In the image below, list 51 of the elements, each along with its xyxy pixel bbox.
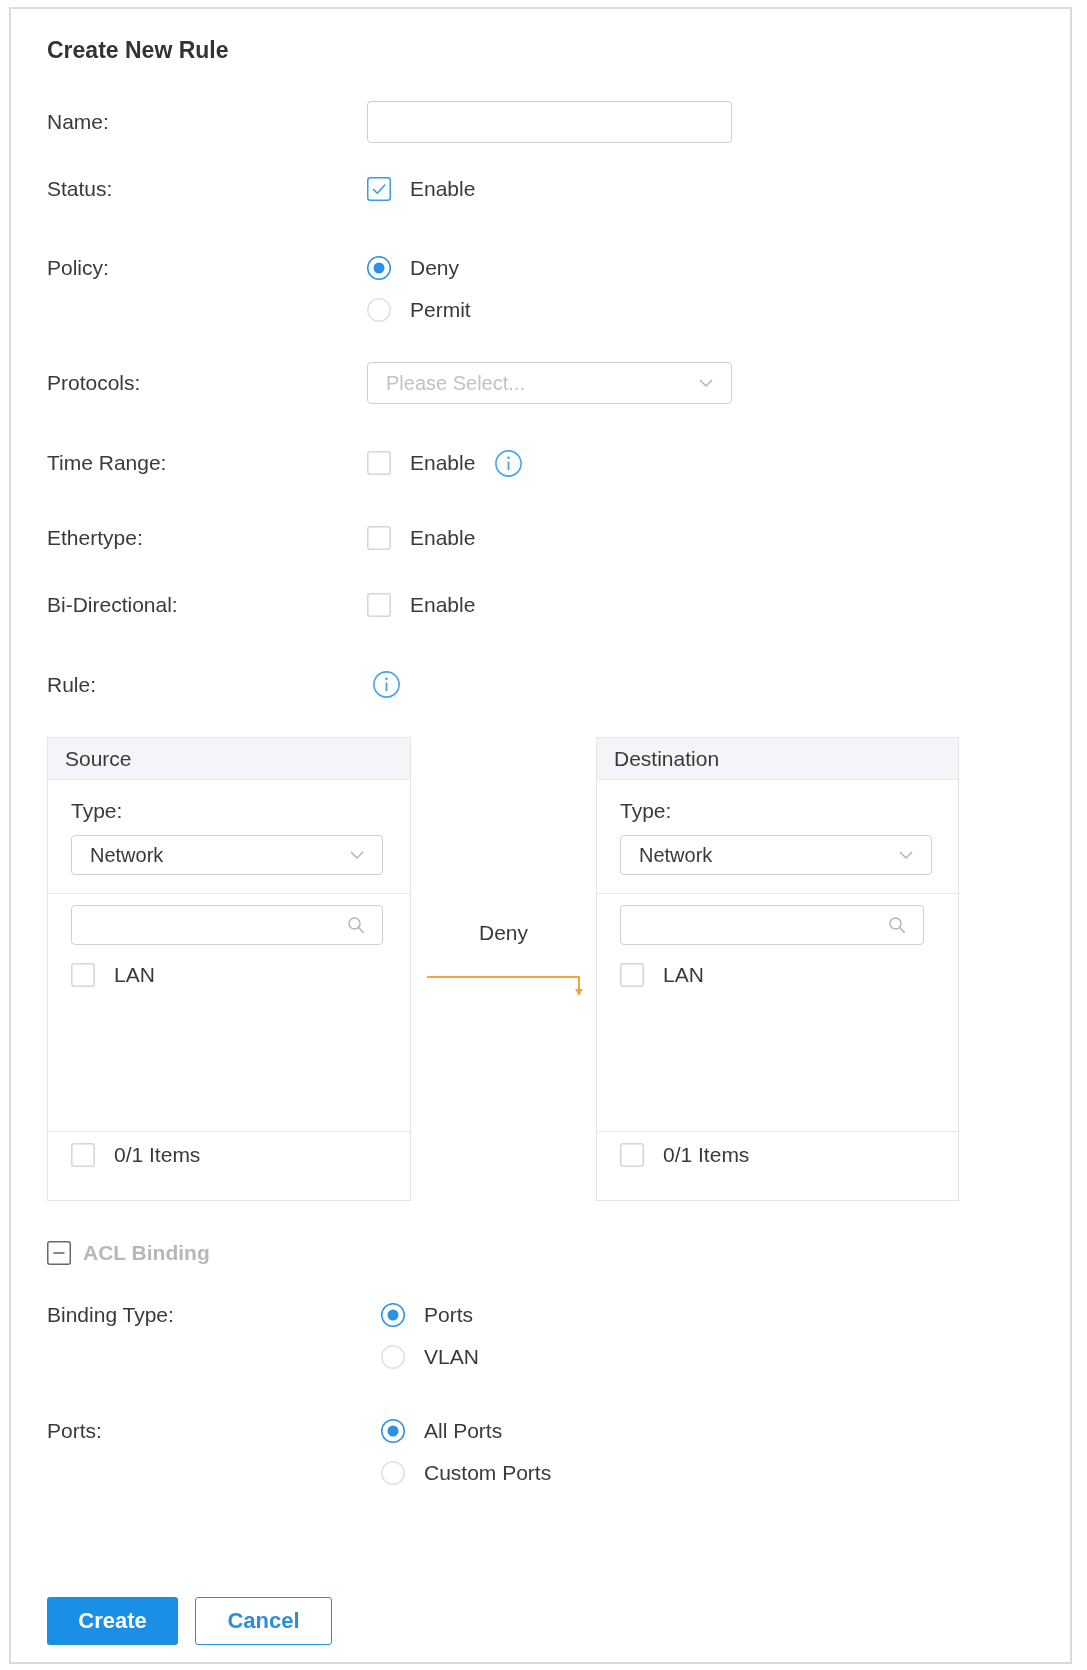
arrow-label: Deny bbox=[479, 920, 528, 946]
dropdown[interactable]: Network bbox=[620, 835, 932, 875]
dropdown[interactable]: Network bbox=[71, 835, 383, 875]
checkbox-label: Enable bbox=[410, 592, 476, 618]
field-label: Policy: bbox=[47, 255, 109, 281]
field-label: Binding Type: bbox=[47, 1302, 174, 1328]
field-label: Type: bbox=[620, 798, 672, 824]
field-label: Rule: bbox=[47, 672, 97, 698]
dropdown[interactable]: Please Select... bbox=[367, 362, 732, 404]
radio-label: Custom Ports bbox=[424, 1460, 552, 1486]
search-field[interactable] bbox=[620, 905, 924, 945]
checkbox-label: Enable bbox=[410, 176, 476, 202]
radio-label: Ports bbox=[424, 1302, 473, 1328]
panel-header: Destination bbox=[597, 738, 958, 780]
radio-label: VLAN bbox=[424, 1344, 479, 1370]
radio-label: Permit bbox=[410, 297, 471, 323]
field-label: Time Range: bbox=[47, 450, 167, 476]
field-label: Bi-Directional: bbox=[47, 592, 178, 618]
field-label: Protocols: bbox=[47, 370, 141, 396]
item-count: 0/1 Items bbox=[114, 1142, 201, 1168]
cancel-button[interactable]: Cancel bbox=[195, 1597, 332, 1645]
field-label: Ports: bbox=[47, 1418, 102, 1444]
radio-label: All Ports bbox=[424, 1418, 503, 1444]
radio-button[interactable] bbox=[381, 1419, 405, 1443]
chevron-down-icon bbox=[899, 851, 913, 859]
field-label: Type: bbox=[71, 798, 123, 824]
panel-header: Source bbox=[48, 738, 410, 780]
field-label: Ethertype: bbox=[47, 525, 143, 551]
radio-button[interactable] bbox=[367, 256, 391, 280]
create-button[interactable]: Create bbox=[47, 1597, 178, 1645]
checkbox[interactable] bbox=[367, 177, 391, 201]
item-count: 0/1 Items bbox=[663, 1142, 750, 1168]
search-icon bbox=[889, 917, 905, 933]
minus-square-icon[interactable] bbox=[47, 1241, 71, 1265]
search-icon bbox=[348, 917, 364, 933]
search-field[interactable] bbox=[71, 905, 383, 945]
form-title: Create New Rule bbox=[47, 36, 229, 65]
radio-button[interactable] bbox=[381, 1303, 405, 1327]
field-label: Name: bbox=[47, 109, 109, 135]
section-title: ACL Binding bbox=[83, 1241, 210, 1265]
radio-label: Deny bbox=[410, 255, 460, 281]
field-label: Status: bbox=[47, 176, 113, 202]
text-input[interactable] bbox=[367, 101, 732, 143]
list-item-label: LAN bbox=[663, 962, 704, 988]
chevron-down-icon bbox=[699, 379, 713, 387]
checkbox-label: Enable bbox=[410, 525, 476, 551]
chevron-down-icon bbox=[350, 851, 364, 859]
info-icon[interactable] bbox=[373, 671, 400, 698]
list-item-label: LAN bbox=[114, 962, 155, 988]
info-icon[interactable] bbox=[495, 449, 523, 477]
checkbox-label: Enable bbox=[410, 450, 476, 476]
